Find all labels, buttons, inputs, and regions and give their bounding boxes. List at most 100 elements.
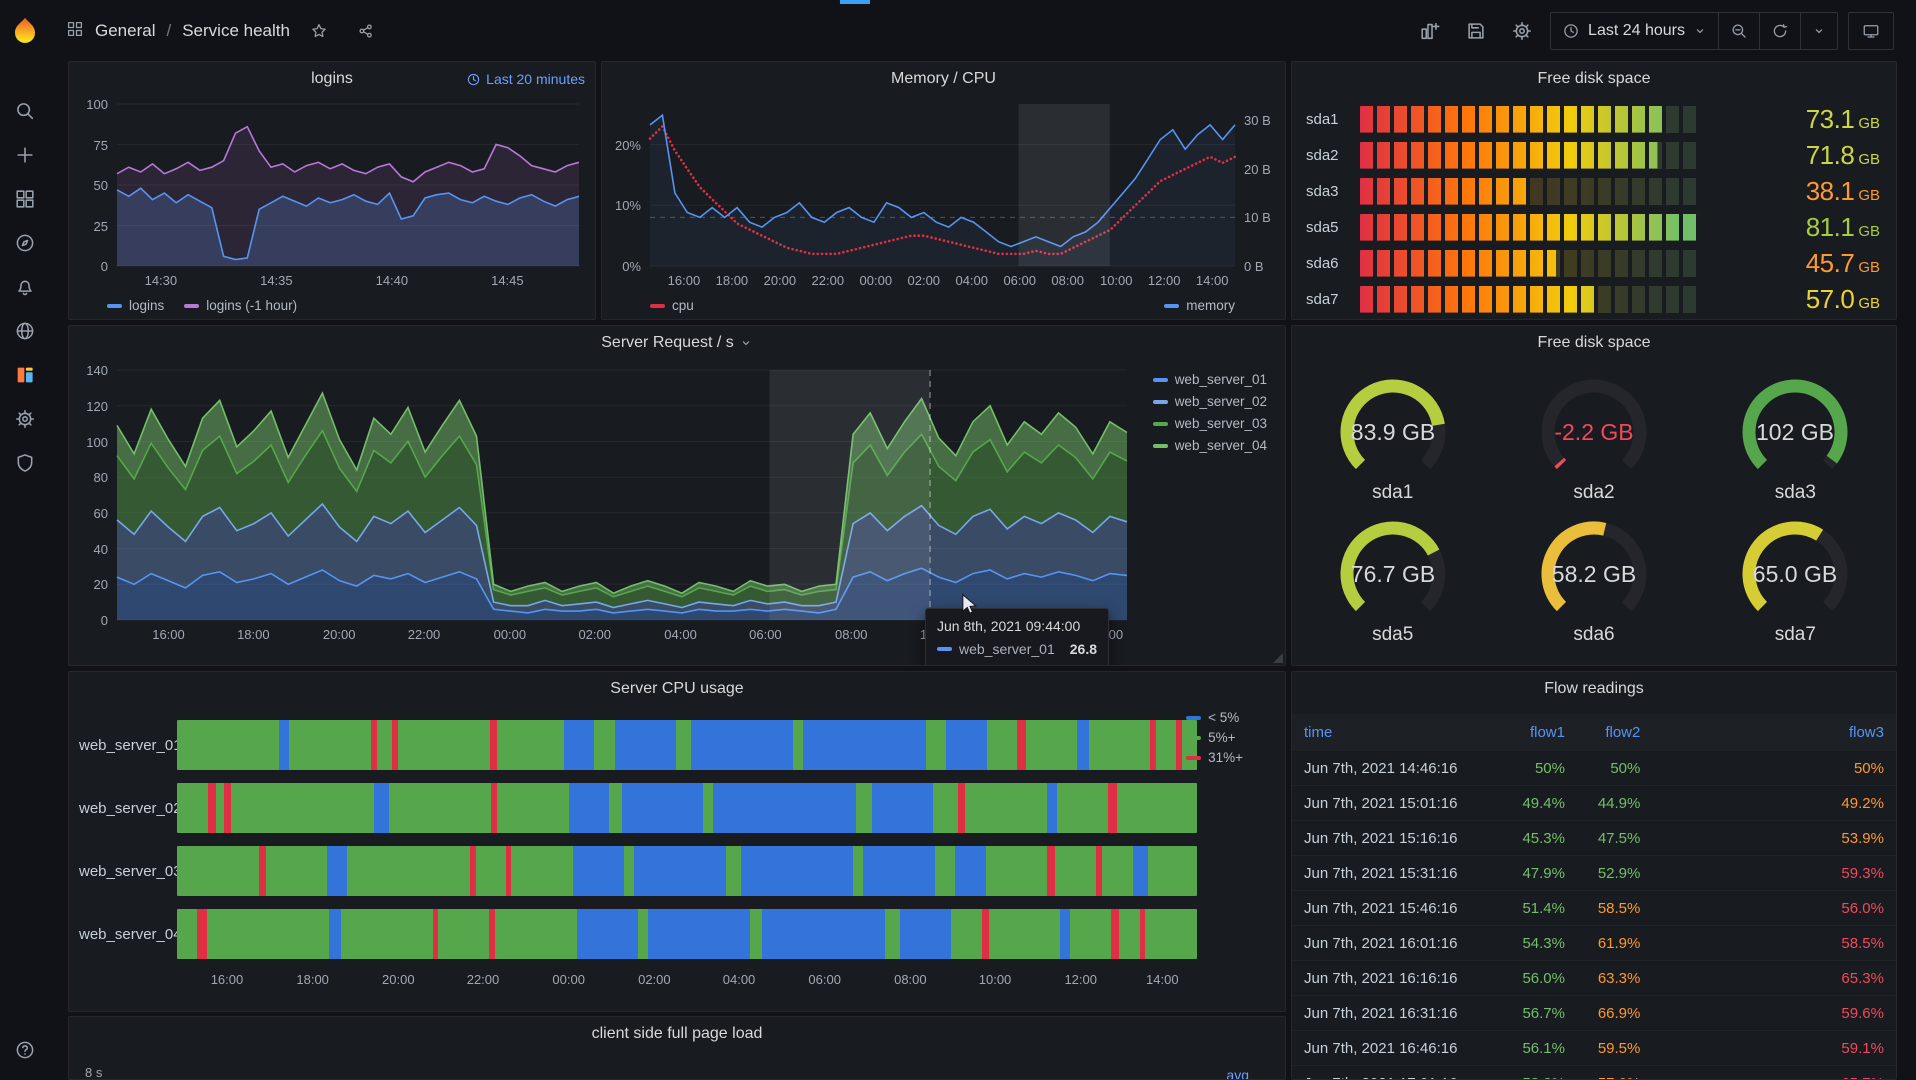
dashboards-icon[interactable]	[0, 182, 50, 216]
globe-icon[interactable]	[0, 314, 50, 348]
panel-title[interactable]: Free disk space	[1538, 334, 1651, 352]
panel-server-cpu-usage: Server CPU usage web_server_01 web_server…	[68, 671, 1286, 1012]
axis-tick: 04:00	[664, 627, 697, 642]
chevron-down-icon	[1696, 29, 1704, 34]
panel-title[interactable]: client side full page load	[592, 1025, 763, 1043]
axis-tick: 18:00	[296, 972, 329, 987]
time-range-picker[interactable]: Last 24 hours	[1551, 13, 1718, 49]
zoom-out-icon[interactable]	[1718, 13, 1759, 49]
breadcrumb-dashboard[interactable]: Service health	[182, 21, 290, 41]
chart-canvas	[116, 369, 1128, 621]
gauge-grid: 83.9 GB sda1 -2.2 GB sda2 102 GB sda3 76.7 GB s…	[1292, 360, 1896, 646]
state-segment	[495, 909, 577, 959]
axis-tick: 30 B	[1244, 113, 1271, 129]
axis-tick: 18:00	[715, 273, 749, 288]
state-segment	[965, 783, 1047, 833]
panel-menu-caret[interactable]	[739, 336, 753, 350]
panel-title[interactable]: Server CPU usage	[610, 680, 743, 698]
chart-legend: < 5% 5%+ 31%+	[1186, 710, 1243, 765]
state-segment	[675, 720, 691, 770]
disk-bar-gauge	[1360, 213, 1698, 241]
cycle-view-icon[interactable]	[1848, 12, 1894, 50]
legend-item[interactable]: memory	[1164, 298, 1235, 313]
legend-item[interactable]: web_server_02	[1152, 394, 1267, 409]
legend-item[interactable]: web_server_03	[1152, 416, 1267, 431]
axis-tick: 16:00	[210, 972, 244, 987]
column-header-time[interactable]: time	[1304, 724, 1490, 741]
grafana-logo[interactable]	[6, 12, 44, 50]
panel-title[interactable]: Memory / CPU	[891, 70, 996, 88]
breadcrumb-folder[interactable]: General	[95, 21, 155, 41]
disk-label: sda7	[1306, 290, 1339, 308]
app-plugin-icon[interactable]	[0, 358, 50, 392]
panel-resize-handle[interactable]	[1273, 653, 1283, 663]
cell-value: 65.3%	[1841, 969, 1884, 987]
create-icon[interactable]	[0, 138, 50, 172]
alerting-bell-icon[interactable]	[0, 270, 50, 304]
axis-tick: 100	[86, 97, 108, 112]
legend-item[interactable]: web_server_04	[1152, 438, 1267, 453]
cell-time: Jun 7th, 2021 15:31:16	[1304, 864, 1458, 882]
legend-swatch	[1186, 755, 1202, 760]
axis-tick: 25	[93, 218, 108, 234]
panel-time-override[interactable]: Last 20 minutes	[466, 71, 585, 87]
legend-item[interactable]: cpu	[650, 298, 694, 313]
server-admin-shield-icon[interactable]	[0, 446, 50, 480]
legend-item[interactable]: 5%+	[1186, 730, 1236, 745]
cell-value: 56.1%	[1522, 1039, 1565, 1057]
cell-value: 63.3%	[1597, 969, 1641, 987]
timeline-bar	[177, 783, 1197, 833]
time-range-label: Last 24 hours	[1588, 22, 1685, 39]
help-icon[interactable]	[14, 1039, 36, 1066]
legend-item[interactable]: < 5%	[1186, 710, 1239, 725]
bar-cells	[1360, 141, 1698, 169]
loading-indicator	[840, 0, 870, 4]
disk-value: 57.0 GB	[1805, 283, 1880, 314]
column-header-flow2[interactable]: flow2	[1565, 724, 1640, 741]
panel-title[interactable]: Free disk space	[1538, 70, 1651, 88]
save-dashboard-icon[interactable]	[1458, 14, 1494, 48]
dashboard-settings-icon[interactable]	[1504, 14, 1540, 48]
star-icon[interactable]	[301, 14, 337, 48]
share-icon[interactable]	[348, 14, 384, 48]
axis-tick: 16:00	[152, 627, 185, 642]
state-segment	[258, 846, 266, 896]
state-segment	[955, 846, 986, 896]
state-segment	[1117, 783, 1148, 833]
legend-item[interactable]: logins	[107, 298, 164, 313]
panel-title[interactable]: Flow readings	[1544, 680, 1644, 698]
cell-value: 54.3%	[1522, 934, 1565, 952]
explore-compass-icon[interactable]	[0, 226, 50, 260]
disk-bar-rows: sda1 73.1 GB sda2 71.8 GB sda3 38.1 GB sda5 81.1 GB…	[1292, 96, 1896, 317]
state-segment	[1025, 720, 1077, 770]
cell-value: 66.9%	[1597, 1004, 1641, 1022]
axis-tick: 14:40	[375, 273, 409, 288]
cell-value: 47.5%	[1597, 829, 1641, 847]
refresh-interval-caret[interactable]	[1800, 13, 1837, 49]
column-header-flow1[interactable]: flow1	[1490, 724, 1565, 741]
legend-item[interactable]: web_server_01	[1152, 372, 1267, 387]
state-segment	[328, 909, 342, 959]
disk-value: 45.7 GB	[1805, 247, 1880, 278]
svg-text:102 GB: 102 GB	[1756, 419, 1834, 445]
search-icon[interactable]	[0, 94, 50, 128]
requests-chart[interactable]: 0 20 40 60 80 100 120 140 16:00 18:00 20:00 22:00 0…	[86, 363, 1128, 642]
legend-item[interactable]: avg	[1226, 1067, 1249, 1079]
configuration-gear-icon[interactable]	[0, 402, 50, 436]
add-panel-icon[interactable]	[1412, 14, 1448, 48]
legend-item[interactable]: 31%+	[1186, 750, 1243, 765]
cell-value: 65.7%	[1640, 1075, 1884, 1080]
panel-title[interactable]: Server Request / s	[601, 334, 734, 352]
memory-cpu-chart[interactable]: 0% 10% 20% 0 B 10 B 20 B 30 B 16:00 18:00 20:00…	[615, 104, 1271, 288]
axis-tick: 08:00	[1051, 273, 1084, 288]
refresh-icon[interactable]	[1759, 13, 1800, 49]
sidebar-nav	[0, 94, 50, 480]
panel-title[interactable]: logins	[311, 70, 353, 88]
logins-chart[interactable]: 0 25 50 75 100 14:30 14:35 14:40 14:45	[86, 97, 580, 288]
state-segment	[932, 783, 959, 833]
disk-row-sda2: sda2 71.8 GB	[1292, 137, 1896, 173]
axis-tick: 02:00	[907, 273, 941, 288]
column-header-flow3[interactable]: flow3	[1640, 724, 1884, 741]
axis-tick: 08:00	[834, 627, 868, 642]
legend-item[interactable]: logins (-1 hour)	[184, 298, 297, 313]
